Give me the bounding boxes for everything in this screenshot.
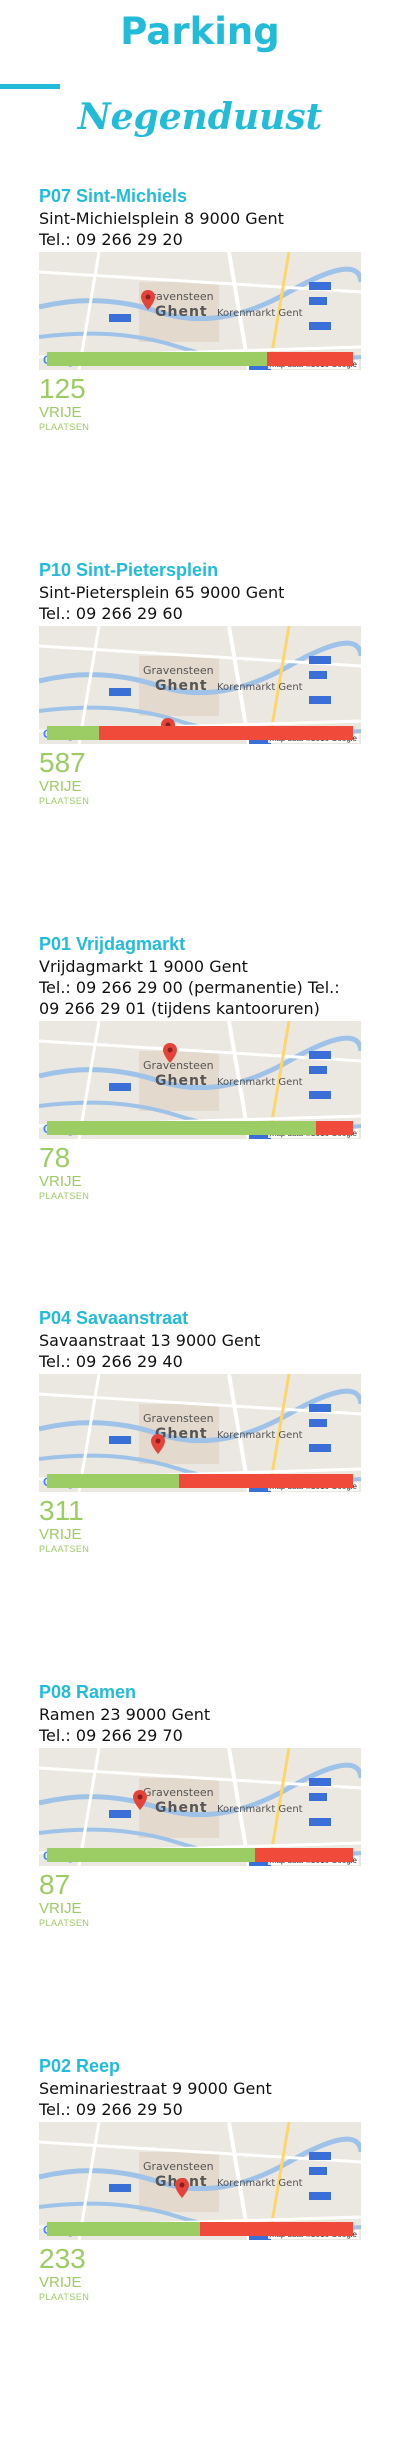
map-north-label: Gravensteen: [143, 1786, 214, 1799]
occupancy-bar: [47, 2222, 353, 2236]
parking-address: Sint-Pietersplein 65 9000 Gent: [39, 583, 285, 602]
map-landmark-label: Korenmarkt Gent: [217, 1804, 303, 1815]
parking-card: P08 Ramen Ramen 23 9000 Gent Tel.: 09 266 …: [39, 1680, 361, 2054]
available-count: 78: [39, 1142, 71, 1173]
available-count: 125: [39, 373, 86, 404]
parking-card: P04 Savaanstraat Savaanstraat 13 9000 Gen…: [39, 1306, 361, 1680]
parking-list: P07 Sint-Michiels Sint-Michielsplein 8 90…: [0, 184, 400, 2428]
parking-name: P07 Sint-Michiels: [39, 186, 188, 206]
page-title: Parking: [120, 10, 280, 53]
occupancy-bar-free: [47, 2222, 200, 2236]
occupancy-bar-free: [47, 352, 268, 366]
parking-address: Ramen 23 9000 Gent: [39, 1705, 211, 1724]
occupancy-bar: [47, 726, 353, 740]
map-landmark-label: Korenmarkt Gent: [217, 1077, 303, 1088]
spots-label: PLAATSEN: [39, 422, 90, 432]
parking-phone: Tel.: 09 266 29 20: [39, 230, 183, 249]
occupancy-bar-free: [47, 1848, 256, 1862]
map-north-label: Gravensteen: [143, 664, 214, 677]
parking-name: P01 Vrijdagmarkt: [39, 934, 186, 954]
parking-card: P07 Sint-Michiels Sint-Michielsplein 8 90…: [39, 184, 361, 558]
page-subtitle: Negenduust: [77, 96, 323, 138]
map-city-label: Ghent: [155, 1800, 208, 1816]
parking-name: P08 Ramen: [39, 1682, 137, 1702]
free-label: VRIJE: [39, 1526, 82, 1543]
map-north-label: Gravensteen: [143, 2160, 214, 2173]
page-header: Parking Negenduust: [0, 0, 400, 150]
map-landmark-label: Korenmarkt Gent: [217, 308, 303, 319]
map-marker-icon[interactable]: [163, 1043, 177, 1063]
occupancy-bar-free: [47, 726, 100, 740]
occupancy-bar: [47, 352, 353, 366]
map-marker-icon[interactable]: [133, 1790, 147, 1810]
map-landmark-label: Korenmarkt Gent: [217, 1430, 303, 1441]
parking-address: Vrijdagmarkt 1 9000 Gent: [39, 957, 248, 976]
map-landmark-label: Korenmarkt Gent: [217, 2178, 303, 2189]
free-label: VRIJE: [39, 1173, 82, 1190]
map-north-label: Gravensteen: [143, 1412, 214, 1425]
map-city-label: Ghent: [155, 304, 208, 320]
spots-label: PLAATSEN: [39, 1918, 90, 1928]
parking-card: P10 Sint-Pietersplein Sint-Pietersplein 6…: [39, 558, 361, 932]
available-count: 587: [39, 747, 86, 778]
available-count: 87: [39, 1869, 71, 1900]
parking-address: Savaanstraat 13 9000 Gent: [39, 1331, 261, 1350]
parking-phone: Tel.: 09 266 29 00 (permanentie) Tel.: 0…: [39, 978, 340, 1018]
map-marker-icon[interactable]: [175, 2178, 189, 2198]
spots-label: PLAATSEN: [39, 796, 90, 806]
map-city-label: Ghent: [155, 678, 208, 694]
map-marker-icon[interactable]: [141, 290, 155, 310]
accent-rule: [0, 84, 60, 89]
parking-phone: Tel.: 09 266 29 50: [39, 2100, 183, 2119]
parking-address: Seminariestraat 9 9000 Gent: [39, 2079, 272, 2098]
occupancy-bar: [47, 1121, 353, 1135]
free-label: VRIJE: [39, 778, 82, 795]
available-count: 311: [39, 1495, 84, 1526]
spots-label: PLAATSEN: [39, 1544, 90, 1554]
occupancy-bar: [47, 1474, 353, 1488]
free-label: VRIJE: [39, 1900, 82, 1917]
occupancy-bar-free: [47, 1474, 179, 1488]
occupancy-bar-free: [47, 1121, 317, 1135]
parking-phone: Tel.: 09 266 29 60: [39, 604, 183, 623]
parking-name: P10 Sint-Pietersplein: [39, 560, 219, 580]
parking-phone: Tel.: 09 266 29 70: [39, 1726, 183, 1745]
spots-label: PLAATSEN: [39, 1191, 90, 1201]
parking-name: P02 Reep: [39, 2056, 121, 2076]
parking-phone: Tel.: 09 266 29 40: [39, 1352, 183, 1371]
parking-card: P01 Vrijdagmarkt Vrijdagmarkt 1 9000 Gent…: [39, 932, 361, 1306]
parking-address: Sint-Michielsplein 8 9000 Gent: [39, 209, 284, 228]
free-label: VRIJE: [39, 404, 82, 421]
free-label: VRIJE: [39, 2274, 82, 2291]
map-north-label: Gravensteen: [143, 1059, 214, 1072]
map-marker-icon[interactable]: [151, 1434, 165, 1454]
parking-name: P04 Savaanstraat: [39, 1308, 189, 1328]
spots-label: PLAATSEN: [39, 2292, 90, 2302]
map-landmark-label: Korenmarkt Gent: [217, 682, 303, 693]
available-count: 233: [39, 2243, 86, 2274]
parking-card: P02 Reep Seminariestraat 9 9000 Gent Tel.:…: [39, 2054, 361, 2428]
occupancy-bar: [47, 1848, 353, 1862]
map-city-label: Ghent: [155, 1073, 208, 1089]
